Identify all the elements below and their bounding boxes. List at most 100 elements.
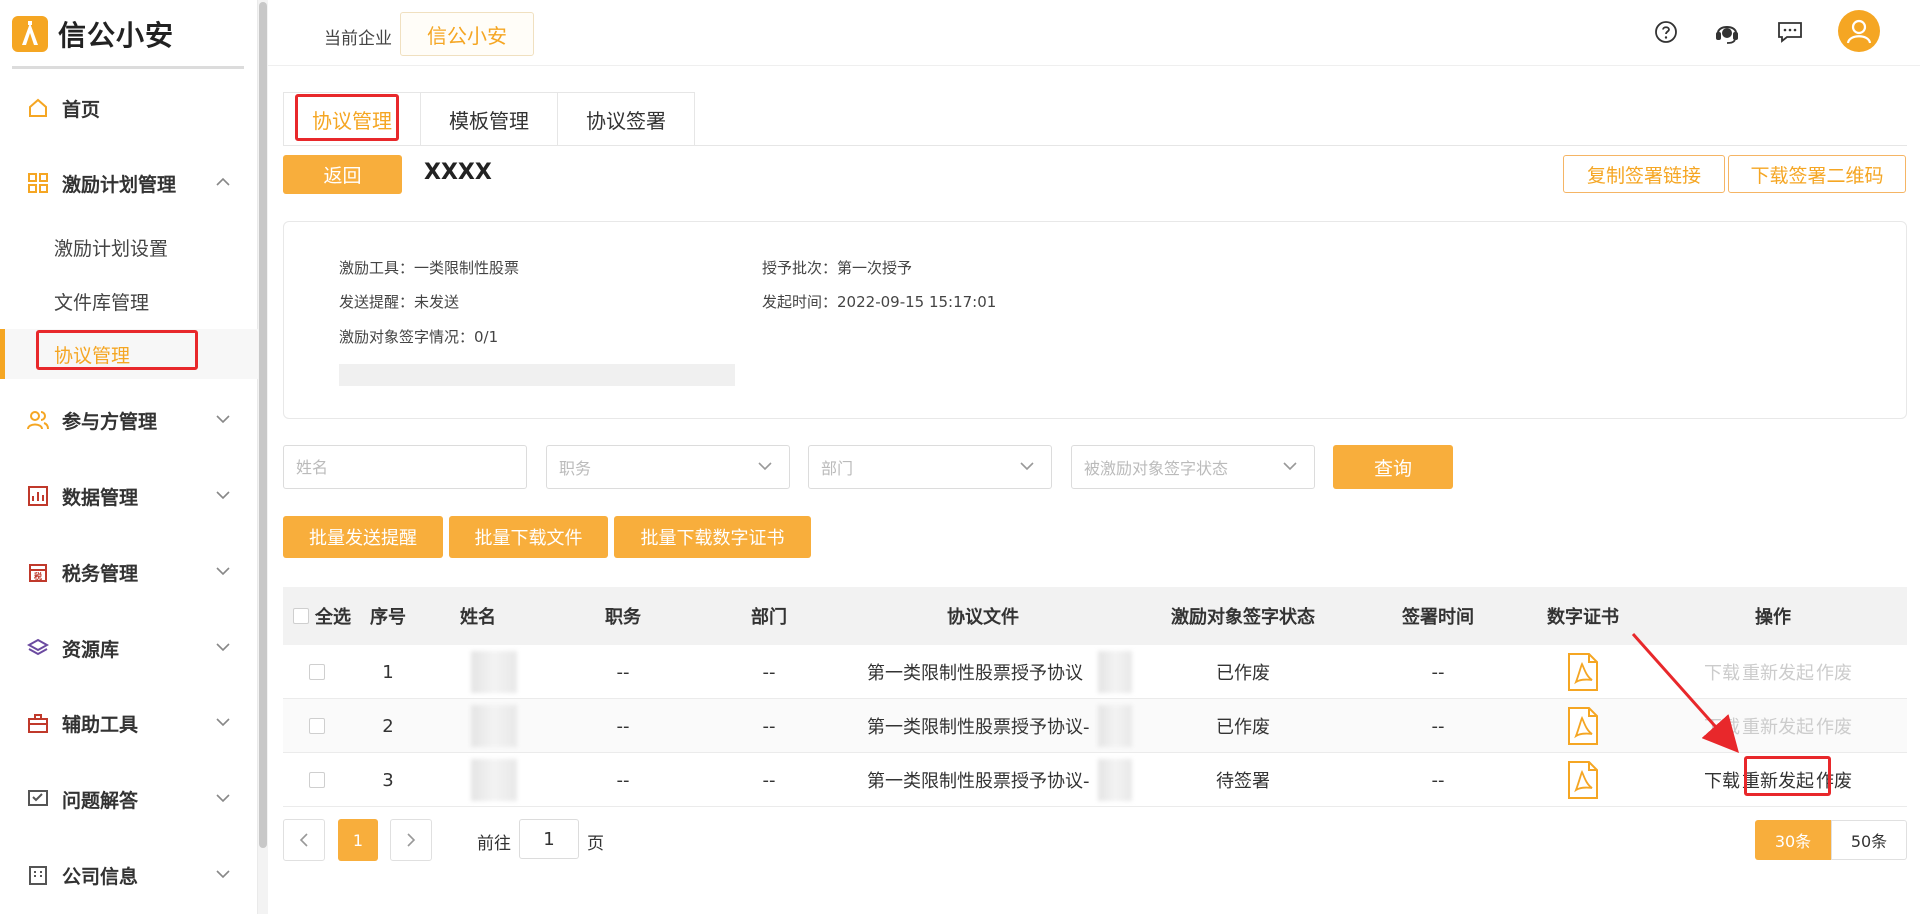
- sign-status-select[interactable]: 被激励对象签字状态: [1071, 445, 1315, 489]
- incentive-tool-info: 激励工具：一类限制性股票: [339, 257, 519, 278]
- sidebar-item-resources[interactable]: 资源库: [0, 623, 258, 673]
- sidebar-item-home[interactable]: 首页: [0, 83, 258, 133]
- row-checkbox[interactable]: [309, 718, 325, 734]
- sidebar-item-tools[interactable]: 辅助工具: [0, 698, 258, 748]
- sidebar-item-label: 激励计划管理: [62, 173, 177, 196]
- scroll-thumb[interactable]: [259, 2, 267, 848]
- sidebar-item-label: 辅助工具: [62, 713, 139, 736]
- name-field[interactable]: [296, 457, 496, 477]
- sidebar-item-participants[interactable]: 参与方管理: [0, 395, 258, 445]
- sidebar-item-data[interactable]: 数据管理: [0, 471, 258, 521]
- void-link[interactable]: 作废: [1816, 659, 1852, 685]
- brand-name: 信公小安: [58, 19, 175, 52]
- relaunch-link[interactable]: 重新发起: [1742, 713, 1814, 739]
- sidebar-subitem-file-library[interactable]: 文件库管理: [0, 276, 258, 326]
- tab-agreement-signing[interactable]: 协议签署: [558, 92, 695, 146]
- void-link[interactable]: 作废: [1816, 767, 1852, 793]
- user-icon: [1846, 19, 1872, 44]
- download-link[interactable]: 下载: [1704, 713, 1740, 739]
- back-button[interactable]: 返回: [283, 155, 402, 194]
- row-position: --: [616, 715, 630, 737]
- pdf-icon: [1568, 707, 1598, 745]
- page-size-30-button[interactable]: 30条: [1755, 820, 1831, 860]
- relaunch-link[interactable]: 重新发起: [1742, 767, 1814, 793]
- table-row: 2 -- -- 第一类限制性股票授予协议- 已作废 -- 下载 重新发起 作废: [283, 699, 1907, 753]
- row-checkbox[interactable]: [309, 772, 325, 788]
- sign-status-info: 激励对象签字情况：0/1: [339, 326, 498, 347]
- download-qr-button[interactable]: 下载签署二维码: [1728, 155, 1906, 193]
- select-all-header[interactable]: 全选: [293, 587, 355, 645]
- grid-icon: [26, 171, 50, 195]
- position-select[interactable]: 职务: [546, 445, 790, 489]
- row-checkbox[interactable]: [309, 664, 325, 680]
- header-department: 部门: [751, 607, 787, 628]
- info-label: 激励工具：: [339, 259, 415, 277]
- info-card: 激励工具：一类限制性股票 授予批次：第一次授予 发送提醒：未发送 发起时间：20…: [283, 221, 1907, 419]
- help-icon[interactable]: [1650, 16, 1682, 48]
- sidebar-item-qa[interactable]: 问题解答: [0, 774, 258, 824]
- department-select[interactable]: 部门: [808, 445, 1052, 489]
- row-certificate[interactable]: [1523, 699, 1643, 753]
- relaunch-link[interactable]: 重新发起: [1742, 659, 1814, 685]
- tab-template-management[interactable]: 模板管理: [421, 92, 558, 146]
- sidebar-subitem-agreement-management[interactable]: 协议管理: [0, 329, 258, 379]
- batch-download-certs-button[interactable]: 批量下载数字证书: [614, 516, 811, 558]
- sidebar-item-company[interactable]: 公司信息: [0, 850, 258, 900]
- tab-bar: 协议管理 模板管理 协议签署: [283, 92, 695, 146]
- next-page-button[interactable]: [390, 819, 432, 861]
- chevron-right-icon: [407, 833, 416, 847]
- batch-send-remind-button[interactable]: 批量发送提醒: [283, 516, 443, 558]
- row-index: 2: [382, 715, 394, 737]
- name-input[interactable]: [283, 445, 527, 489]
- sidebar-subitem-plan-settings[interactable]: 激励计划设置: [0, 222, 258, 272]
- row-checkbox-cell[interactable]: [307, 699, 327, 753]
- row-agreement-file[interactable]: 第一类限制性股票授予协议-: [853, 699, 1113, 753]
- query-button[interactable]: 查询: [1333, 445, 1453, 489]
- row-sign-status: 已作废: [1216, 717, 1270, 738]
- tab-agreement-management[interactable]: 协议管理: [283, 92, 421, 146]
- chevron-down-icon: [216, 415, 230, 424]
- message-icon[interactable]: [1774, 16, 1806, 48]
- redacted-file-suffix: [1098, 705, 1132, 747]
- page-suffix-label: 页: [587, 834, 604, 854]
- pdf-icon: [1568, 761, 1598, 799]
- goto-page-input[interactable]: [519, 819, 579, 859]
- header-name: 姓名: [460, 607, 496, 628]
- void-link[interactable]: 作废: [1816, 713, 1852, 739]
- select-placeholder: 部门: [821, 459, 854, 478]
- ops-group: 下载 重新发起 作废: [1704, 767, 1852, 793]
- page-number-current[interactable]: 1: [338, 819, 378, 861]
- batch-download-files-button[interactable]: 批量下载文件: [449, 516, 608, 558]
- info-value: 2022-09-15 15:17:01: [837, 293, 997, 311]
- sidebar-scrollbar[interactable]: [258, 0, 268, 914]
- header-certificate: 数字证书: [1547, 607, 1619, 628]
- sidebar-item-label: 数据管理: [62, 486, 139, 509]
- building-icon: [26, 863, 50, 887]
- download-link[interactable]: 下载: [1704, 659, 1740, 685]
- sidebar-item-label: 公司信息: [62, 865, 139, 888]
- sidebar-subitem-label: 文件库管理: [54, 291, 150, 314]
- goto-label: 前往: [477, 834, 511, 854]
- row-checkbox-cell[interactable]: [307, 645, 327, 699]
- customer-service-icon[interactable]: [1711, 16, 1743, 48]
- select-all-checkbox[interactable]: [293, 608, 309, 624]
- enterprise-selector[interactable]: 信公小安: [400, 12, 534, 56]
- svg-text:税: 税: [34, 571, 42, 581]
- sidebar-item-incentive-plan[interactable]: 激励计划管理: [0, 158, 258, 208]
- row-agreement-file[interactable]: 第一类限制性股票授予协议-: [853, 753, 1113, 807]
- download-link[interactable]: 下载: [1704, 767, 1740, 793]
- chevron-down-icon: [216, 870, 230, 879]
- chevron-down-icon: [216, 794, 230, 803]
- row-position: --: [616, 769, 630, 791]
- prev-page-button[interactable]: [283, 819, 325, 861]
- row-agreement-file[interactable]: 第一类限制性股票授予协议: [853, 645, 1113, 699]
- row-certificate[interactable]: [1523, 645, 1643, 699]
- logo[interactable]: 信公小安: [12, 14, 174, 54]
- info-value: 0/1: [474, 328, 499, 346]
- row-certificate[interactable]: [1523, 753, 1643, 807]
- row-checkbox-cell[interactable]: [307, 753, 327, 807]
- copy-sign-link-button[interactable]: 复制签署链接: [1563, 155, 1725, 193]
- page-size-50-button[interactable]: 50条: [1831, 820, 1907, 860]
- user-avatar[interactable]: [1838, 10, 1880, 52]
- sidebar-item-tax[interactable]: 税 税务管理: [0, 547, 258, 597]
